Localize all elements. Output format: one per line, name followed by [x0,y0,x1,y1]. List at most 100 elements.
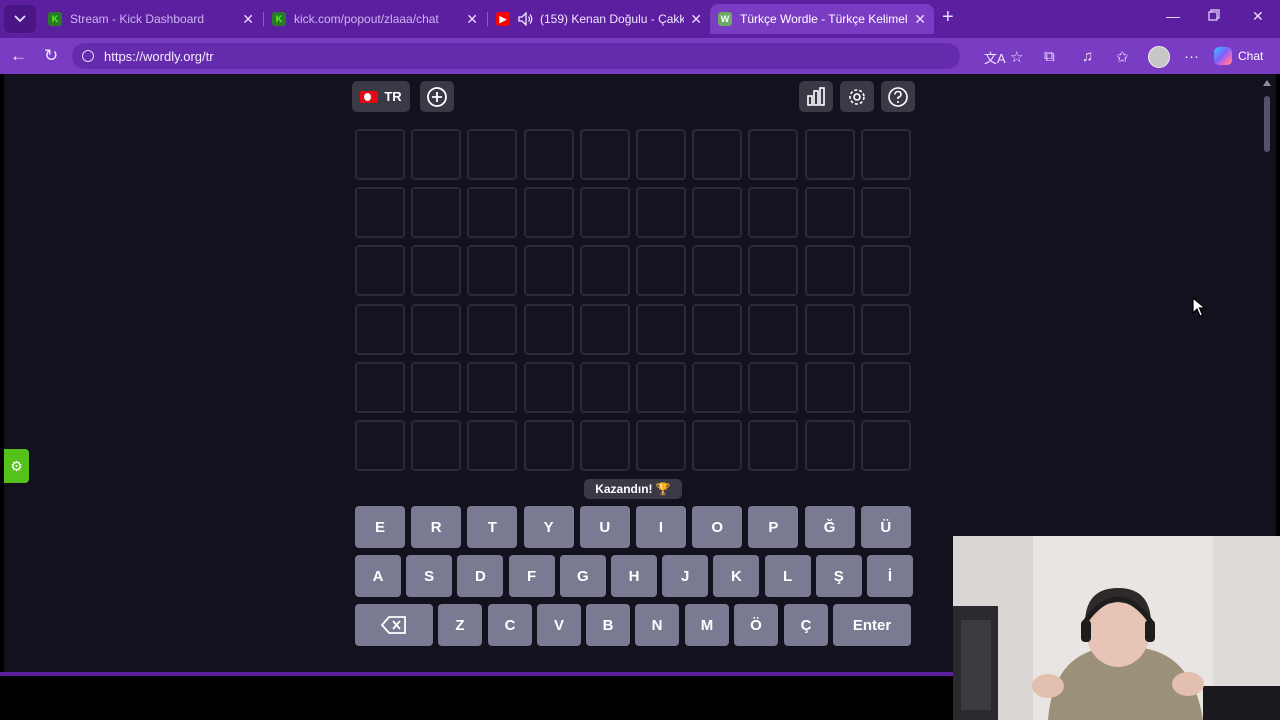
keyboard-key[interactable]: J [662,555,709,597]
speaker-icon[interactable] [518,12,534,26]
new-game-button[interactable] [420,81,454,112]
keyboard-key[interactable]: Ş [815,555,862,597]
board-cell [411,245,462,297]
copilot-icon [1214,47,1232,65]
keyboard-key[interactable]: A [355,555,401,597]
board-cell [411,303,462,355]
tab-strip: K Stream - Kick Dashboard ✕ K kick.com/p… [0,0,1280,38]
keyboard-key[interactable]: M [685,604,729,646]
board-cell [804,420,855,471]
restore-window-icon[interactable] [1208,8,1220,24]
board-cell [860,361,911,413]
board-cell [636,245,686,297]
tab-title: kick.com/popout/zlaaa/chat [294,12,439,26]
scroll-up-icon[interactable] [1263,80,1271,86]
keyboard-key[interactable]: G [559,555,606,597]
keyboard-key[interactable]: I [636,506,686,548]
statistics-button[interactable] [799,81,833,112]
minimize-icon[interactable]: — [1166,8,1180,24]
close-tab-icon[interactable]: ✕ [242,11,254,28]
board-cell [636,303,686,355]
url-text: https://wordly.org/tr [104,48,214,64]
board-cell [860,420,911,471]
webcam-video-image [953,536,1280,720]
board-cell [523,303,574,355]
keyboard-key[interactable]: H [611,555,657,597]
extensions-icon[interactable]: ⧉ [1044,48,1055,65]
enter-key[interactable]: Enter [833,604,911,646]
youtube-favicon-icon: ▶ [496,12,510,26]
favorite-star-icon[interactable]: ☆ [1010,48,1023,66]
bar-chart-icon [807,86,825,106]
help-button[interactable] [881,81,915,112]
board-cell [804,245,855,297]
scrollbar-thumb[interactable] [1264,96,1270,152]
board-cell [692,361,743,413]
board-cell [860,129,911,180]
site-info-icon[interactable] [82,50,94,62]
keyboard-key[interactable]: B [586,604,630,646]
close-tab-icon[interactable]: ✕ [914,11,926,28]
board-cell [804,303,855,355]
tab-kick-dashboard[interactable]: K Stream - Kick Dashboard ✕ [40,4,262,34]
keyboard-key[interactable]: K [713,555,760,597]
more-options-icon[interactable]: ··· [1184,48,1199,65]
tab-title: (159) Kenan Doğulu - Çakkıdı [540,12,685,26]
tab-kick-chat[interactable]: K kick.com/popout/zlaaa/chat ✕ [264,4,486,34]
keyboard-key[interactable]: N [635,604,679,646]
backspace-icon [381,616,406,634]
board-cell [692,129,743,180]
tab-wordle-active[interactable]: W Türkçe Wordle - Türkçe Kelimeleri ✕ [710,4,934,34]
keyboard-key[interactable]: P [748,506,799,548]
board-cell [467,303,518,355]
keyboard-key[interactable]: L [764,555,811,597]
keyboard-key[interactable]: D [457,555,504,597]
close-tab-icon[interactable]: ✕ [690,11,702,28]
keyboard-key[interactable]: F [508,555,555,597]
favorites-icon[interactable]: ✩ [1116,48,1129,66]
keyboard-key[interactable]: Ğ [804,506,855,548]
copilot-chat-button[interactable]: Chat [1214,47,1263,65]
url-input[interactable]: https://wordly.org/tr [72,43,960,69]
keyboard-key[interactable]: Ö [734,604,778,646]
board-cell [467,187,518,239]
profile-avatar[interactable] [1148,46,1170,68]
keyboard-key[interactable]: Ç [784,604,828,646]
keyboard-key[interactable]: S [406,555,453,597]
settings-button[interactable] [840,81,874,112]
language-selector-button[interactable]: TR [352,81,410,112]
back-arrow-icon[interactable]: ← [10,46,27,66]
keyboard-key[interactable]: C [488,604,532,646]
backspace-key[interactable] [355,604,433,646]
gear-icon [849,88,865,105]
keyboard-key[interactable]: E [355,506,405,548]
tab-youtube-music[interactable]: ▶ (159) Kenan Doğulu - Çakkıdı ✕ [488,4,710,34]
new-tab-plus-icon[interactable]: + [942,6,954,29]
keyboard-key[interactable]: Y [523,506,574,548]
keyboard-key[interactable]: Z [438,604,482,646]
board-cell [636,129,686,180]
address-bar-row: ← ↻ https://wordly.org/tr 文A ☆ ⧉ ♫ ✩ ··· [0,38,1280,74]
tab-actions-menu-button[interactable] [4,5,36,33]
keyboard-key[interactable]: O [692,506,743,548]
keyboard-key[interactable]: V [537,604,581,646]
translate-icon[interactable]: 文A [984,48,1006,67]
keyboard-key[interactable]: R [411,506,462,548]
side-settings-gear-icon[interactable]: ⚙ [4,449,29,483]
reload-icon[interactable]: ↻ [44,46,58,66]
board-cell [523,420,574,471]
keyboard-key[interactable]: T [467,506,518,548]
close-window-icon[interactable]: ✕ [1252,8,1264,25]
board-cell [804,361,855,413]
board-cell [579,420,630,471]
board-cell [748,303,799,355]
board-cell [523,129,574,180]
keyboard-key[interactable]: İ [867,555,913,597]
board-cell [860,187,911,239]
close-tab-icon[interactable]: ✕ [466,11,478,28]
board-cell [636,420,686,471]
keyboard-key[interactable]: Ü [860,506,911,548]
board-cell [692,187,743,239]
media-control-icon[interactable]: ♫ [1082,48,1093,65]
keyboard-key[interactable]: U [579,506,630,548]
